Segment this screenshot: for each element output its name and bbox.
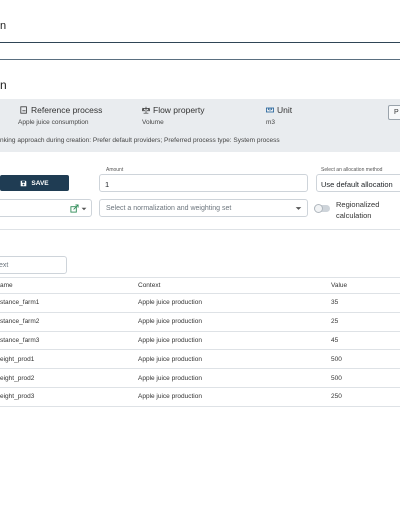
chevron-down-icon (295, 207, 302, 210)
chevron-down-icon (81, 207, 87, 210)
cell-value[interactable]: 500 (331, 349, 400, 370)
table-row[interactable]: eight_prod3 Apple juice production 250 (0, 387, 400, 407)
column-header-context[interactable]: Context (138, 277, 331, 294)
cell-name: eight_prod2 (0, 368, 138, 388)
section-divider (0, 229, 400, 230)
cell-context: Apple juice production (138, 387, 331, 407)
setup-info-panel: Reference process Apple juice consumptio… (0, 99, 400, 152)
allocation-method-select[interactable]: Select an allocation method Use default … (316, 167, 400, 192)
cell-name: eight_prod3 (0, 387, 138, 407)
cell-context: Apple juice production (138, 349, 331, 370)
allocation-method-label: Select an allocation method (320, 167, 384, 173)
top-bar-divider (0, 42, 400, 43)
scale-icon (142, 106, 150, 114)
cell-context: Apple juice production (138, 331, 331, 351)
save-icon (21, 180, 27, 186)
column-header-value[interactable]: Value (331, 277, 400, 294)
unit-info: Unit m3 (266, 105, 292, 126)
table-header-row: ame Context Value (0, 277, 400, 294)
process-icon (20, 106, 27, 114)
normalization-weighting-select[interactable]: Select a normalization and weighting set (99, 199, 308, 217)
save-button[interactable]: SAVE (0, 175, 69, 191)
table-row[interactable]: stance_farm3 Apple juice production 45 (0, 331, 400, 351)
table-row[interactable]: eight_prod1 Apple juice production 500 (0, 349, 400, 370)
cell-context: Apple juice production (138, 293, 331, 313)
impact-method-icon (70, 204, 79, 213)
top-bar: n (0, 0, 400, 60)
reference-process-value[interactable]: Apple juice consumption (18, 119, 102, 126)
regionalized-label: Regionalized calculation (336, 199, 379, 221)
regionalized-label-line2: calculation (336, 211, 372, 220)
flow-property-value: Volume (142, 119, 164, 126)
allocation-method-value: Use default allocation (321, 180, 393, 189)
amount-value: 1 (105, 180, 110, 189)
flow-property-info: Flow property Volume (142, 105, 205, 126)
cell-value[interactable]: 25 (331, 312, 400, 332)
regionalized-label-line1: Regionalized (336, 200, 380, 209)
cell-value[interactable]: 45 (331, 331, 400, 351)
amount-label: Amount (105, 167, 125, 173)
cell-name: stance_farm2 (0, 312, 138, 332)
impact-method-select[interactable] (0, 199, 92, 217)
parameter-filter-input[interactable]: ext (0, 256, 67, 274)
page-title: n (0, 78, 7, 92)
reference-process-label: Reference process (31, 105, 103, 115)
side-action-button[interactable]: P (388, 105, 400, 120)
table-row[interactable]: stance_farm1 Apple juice production 35 (0, 293, 400, 313)
cell-name: stance_farm3 (0, 331, 138, 351)
cell-name: eight_prod1 (0, 349, 138, 370)
table-row[interactable]: eight_prod2 Apple juice production 500 (0, 368, 400, 388)
cell-context: Apple juice production (138, 368, 331, 388)
cell-context: Apple juice production (138, 312, 331, 332)
toggle-knob (314, 204, 323, 213)
table-row[interactable]: stance_farm2 Apple juice production 25 (0, 312, 400, 332)
unit-value: m3 (266, 119, 276, 126)
cell-name: stance_farm1 (0, 293, 138, 313)
column-header-name[interactable]: ame (0, 277, 138, 294)
cell-value[interactable]: 35 (331, 293, 400, 313)
amount-input[interactable]: Amount 1 (99, 167, 308, 192)
cell-value[interactable]: 500 (331, 368, 400, 388)
parameter-table: ame Context Value stance_farm1 Apple jui… (0, 277, 400, 407)
top-bar-title: n (0, 20, 7, 32)
ruler-icon (266, 107, 274, 113)
flow-property-label: Flow property (153, 105, 205, 115)
normalization-placeholder: Select a normalization and weighting set (106, 205, 232, 212)
save-label: SAVE (31, 179, 49, 187)
regionalized-toggle[interactable] (314, 204, 330, 213)
reference-process-info: Reference process Apple juice consumptio… (18, 105, 103, 126)
unit-label: Unit (277, 105, 293, 115)
cell-value[interactable]: 250 (331, 387, 400, 407)
filter-placeholder: ext (0, 262, 9, 269)
linking-note: nking approach during creation: Prefer d… (0, 137, 280, 144)
